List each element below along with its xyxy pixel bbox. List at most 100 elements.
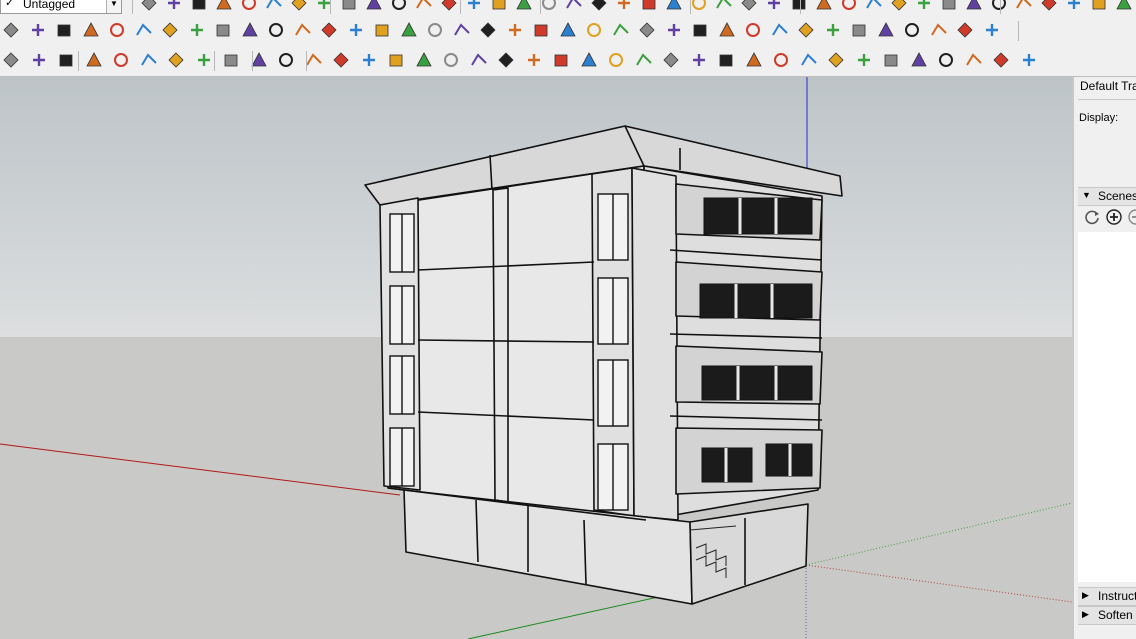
- curve-1-icon[interactable]: [305, 51, 325, 71]
- layout-icon[interactable]: [82, 21, 102, 41]
- tape-measure-icon[interactable]: [390, 0, 410, 14]
- eraser-icon[interactable]: [165, 0, 185, 14]
- lasso-icon[interactable]: [612, 21, 632, 41]
- arrows-icon[interactable]: [855, 51, 875, 71]
- sandbox-from-scratch-icon[interactable]: [161, 21, 181, 41]
- reload-icon[interactable]: [2, 51, 22, 71]
- axes-icon[interactable]: [490, 0, 510, 14]
- curves-icon[interactable]: [937, 51, 957, 71]
- section-plane-icon[interactable]: [740, 0, 760, 14]
- puzzle-icon[interactable]: [744, 21, 764, 41]
- layer-manager-icon[interactable]: [57, 51, 77, 71]
- component-array-icon[interactable]: [797, 21, 817, 41]
- info-icon[interactable]: [277, 51, 297, 71]
- grid-cells-icon[interactable]: [903, 21, 923, 41]
- cloud-upload-icon[interactable]: [195, 51, 215, 71]
- follow-me-icon[interactable]: [815, 0, 835, 14]
- text-tool-icon[interactable]: [465, 0, 485, 14]
- ramp-icon[interactable]: [965, 51, 985, 71]
- dots-icon[interactable]: [983, 21, 1003, 41]
- remove-scene-icon[interactable]: [1128, 209, 1136, 228]
- zoom-extents-icon[interactable]: [640, 0, 660, 14]
- stamp-icon[interactable]: [214, 21, 234, 41]
- line-tool-icon[interactable]: [190, 0, 210, 14]
- arc-tool-icon[interactable]: [215, 0, 235, 14]
- soften-panel-header[interactable]: ▶ Soften Edges: [1078, 606, 1136, 625]
- diamond-icon[interactable]: [532, 21, 552, 41]
- dimension-icon[interactable]: [415, 0, 435, 14]
- orbit-icon[interactable]: [540, 0, 560, 14]
- add-detail-icon[interactable]: [267, 21, 287, 41]
- lines-icon[interactable]: [882, 51, 902, 71]
- loop-icon[interactable]: [665, 21, 685, 41]
- scenes-panel-header[interactable]: ▼ Scenes: [1078, 187, 1136, 206]
- crown-icon[interactable]: [800, 51, 820, 71]
- spline-icon[interactable]: [453, 21, 473, 41]
- red-cube-icon[interactable]: [320, 21, 340, 41]
- position-camera-icon[interactable]: [715, 0, 735, 14]
- zoom-icon[interactable]: [590, 0, 610, 14]
- rotate-icon[interactable]: [315, 0, 335, 14]
- walk-icon[interactable]: [665, 0, 685, 14]
- modeling-viewport[interactable]: [0, 77, 1072, 639]
- scatter-icon[interactable]: [930, 21, 950, 41]
- protractor-icon[interactable]: [440, 0, 460, 14]
- refresh-scenes-icon[interactable]: [1084, 209, 1100, 228]
- curve-icon[interactable]: [426, 21, 446, 41]
- tree-icon[interactable]: [112, 51, 132, 71]
- warning-icon[interactable]: [585, 21, 605, 41]
- sphere-icon[interactable]: [525, 51, 545, 71]
- trim-icon[interactable]: [915, 0, 935, 14]
- curve-2-icon[interactable]: [332, 51, 352, 71]
- push-pull-icon[interactable]: [265, 0, 285, 14]
- grid-lines-icon[interactable]: [772, 51, 792, 71]
- union-icon[interactable]: [865, 0, 885, 14]
- tag-select[interactable]: ✓ Untagged ▼: [0, 0, 122, 14]
- style-builder-icon[interactable]: [108, 21, 128, 41]
- select-tool-icon[interactable]: [140, 0, 160, 14]
- solid-tools-icon[interactable]: [965, 0, 985, 14]
- gear-small-icon[interactable]: [415, 51, 435, 71]
- shape-icon[interactable]: [442, 51, 462, 71]
- extension-warehouse-icon[interactable]: [55, 21, 75, 41]
- taper-icon[interactable]: [662, 51, 682, 71]
- scenes-list[interactable]: [1078, 232, 1136, 582]
- paint-icon[interactable]: [360, 51, 380, 71]
- add-circle-icon[interactable]: [85, 51, 105, 71]
- bridge-icon[interactable]: [690, 51, 710, 71]
- box-icon[interactable]: [497, 51, 517, 71]
- flag-icon[interactable]: [400, 21, 420, 41]
- flip-edge-icon[interactable]: [294, 21, 314, 41]
- subtract-icon[interactable]: [890, 0, 910, 14]
- instructor-panel-header[interactable]: ▶ Instructor: [1078, 587, 1136, 606]
- warehouse-icon[interactable]: [2, 21, 22, 41]
- intersect-icon[interactable]: [840, 0, 860, 14]
- checker-icon[interactable]: [167, 51, 187, 71]
- cylinder-icon[interactable]: [691, 21, 711, 41]
- cone-icon[interactable]: [559, 21, 579, 41]
- move-cross-icon[interactable]: [506, 21, 526, 41]
- scale-icon[interactable]: [340, 0, 360, 14]
- grid-icon[interactable]: [347, 21, 367, 41]
- cubes-icon[interactable]: [771, 21, 791, 41]
- share-component-icon[interactable]: [29, 21, 49, 41]
- lamp-icon[interactable]: [827, 51, 847, 71]
- loft-icon[interactable]: [717, 51, 737, 71]
- tools-icon[interactable]: [824, 21, 844, 41]
- back-view-icon[interactable]: [1115, 0, 1135, 14]
- undo-curve-icon[interactable]: [718, 21, 738, 41]
- move-icon[interactable]: [290, 0, 310, 14]
- knot-icon[interactable]: [638, 21, 658, 41]
- right-view-icon[interactable]: [1090, 0, 1110, 14]
- split-icon[interactable]: [940, 0, 960, 14]
- map-icon[interactable]: [956, 21, 976, 41]
- slash-icon[interactable]: [387, 51, 407, 71]
- joint-push-pull-icon[interactable]: [877, 21, 897, 41]
- bend-icon[interactable]: [992, 51, 1012, 71]
- zoom-window-icon[interactable]: [615, 0, 635, 14]
- path-icon[interactable]: [552, 51, 572, 71]
- smoove-icon[interactable]: [188, 21, 208, 41]
- offset-icon[interactable]: [365, 0, 385, 14]
- pan-icon[interactable]: [565, 0, 585, 14]
- table-icon[interactable]: [373, 21, 393, 41]
